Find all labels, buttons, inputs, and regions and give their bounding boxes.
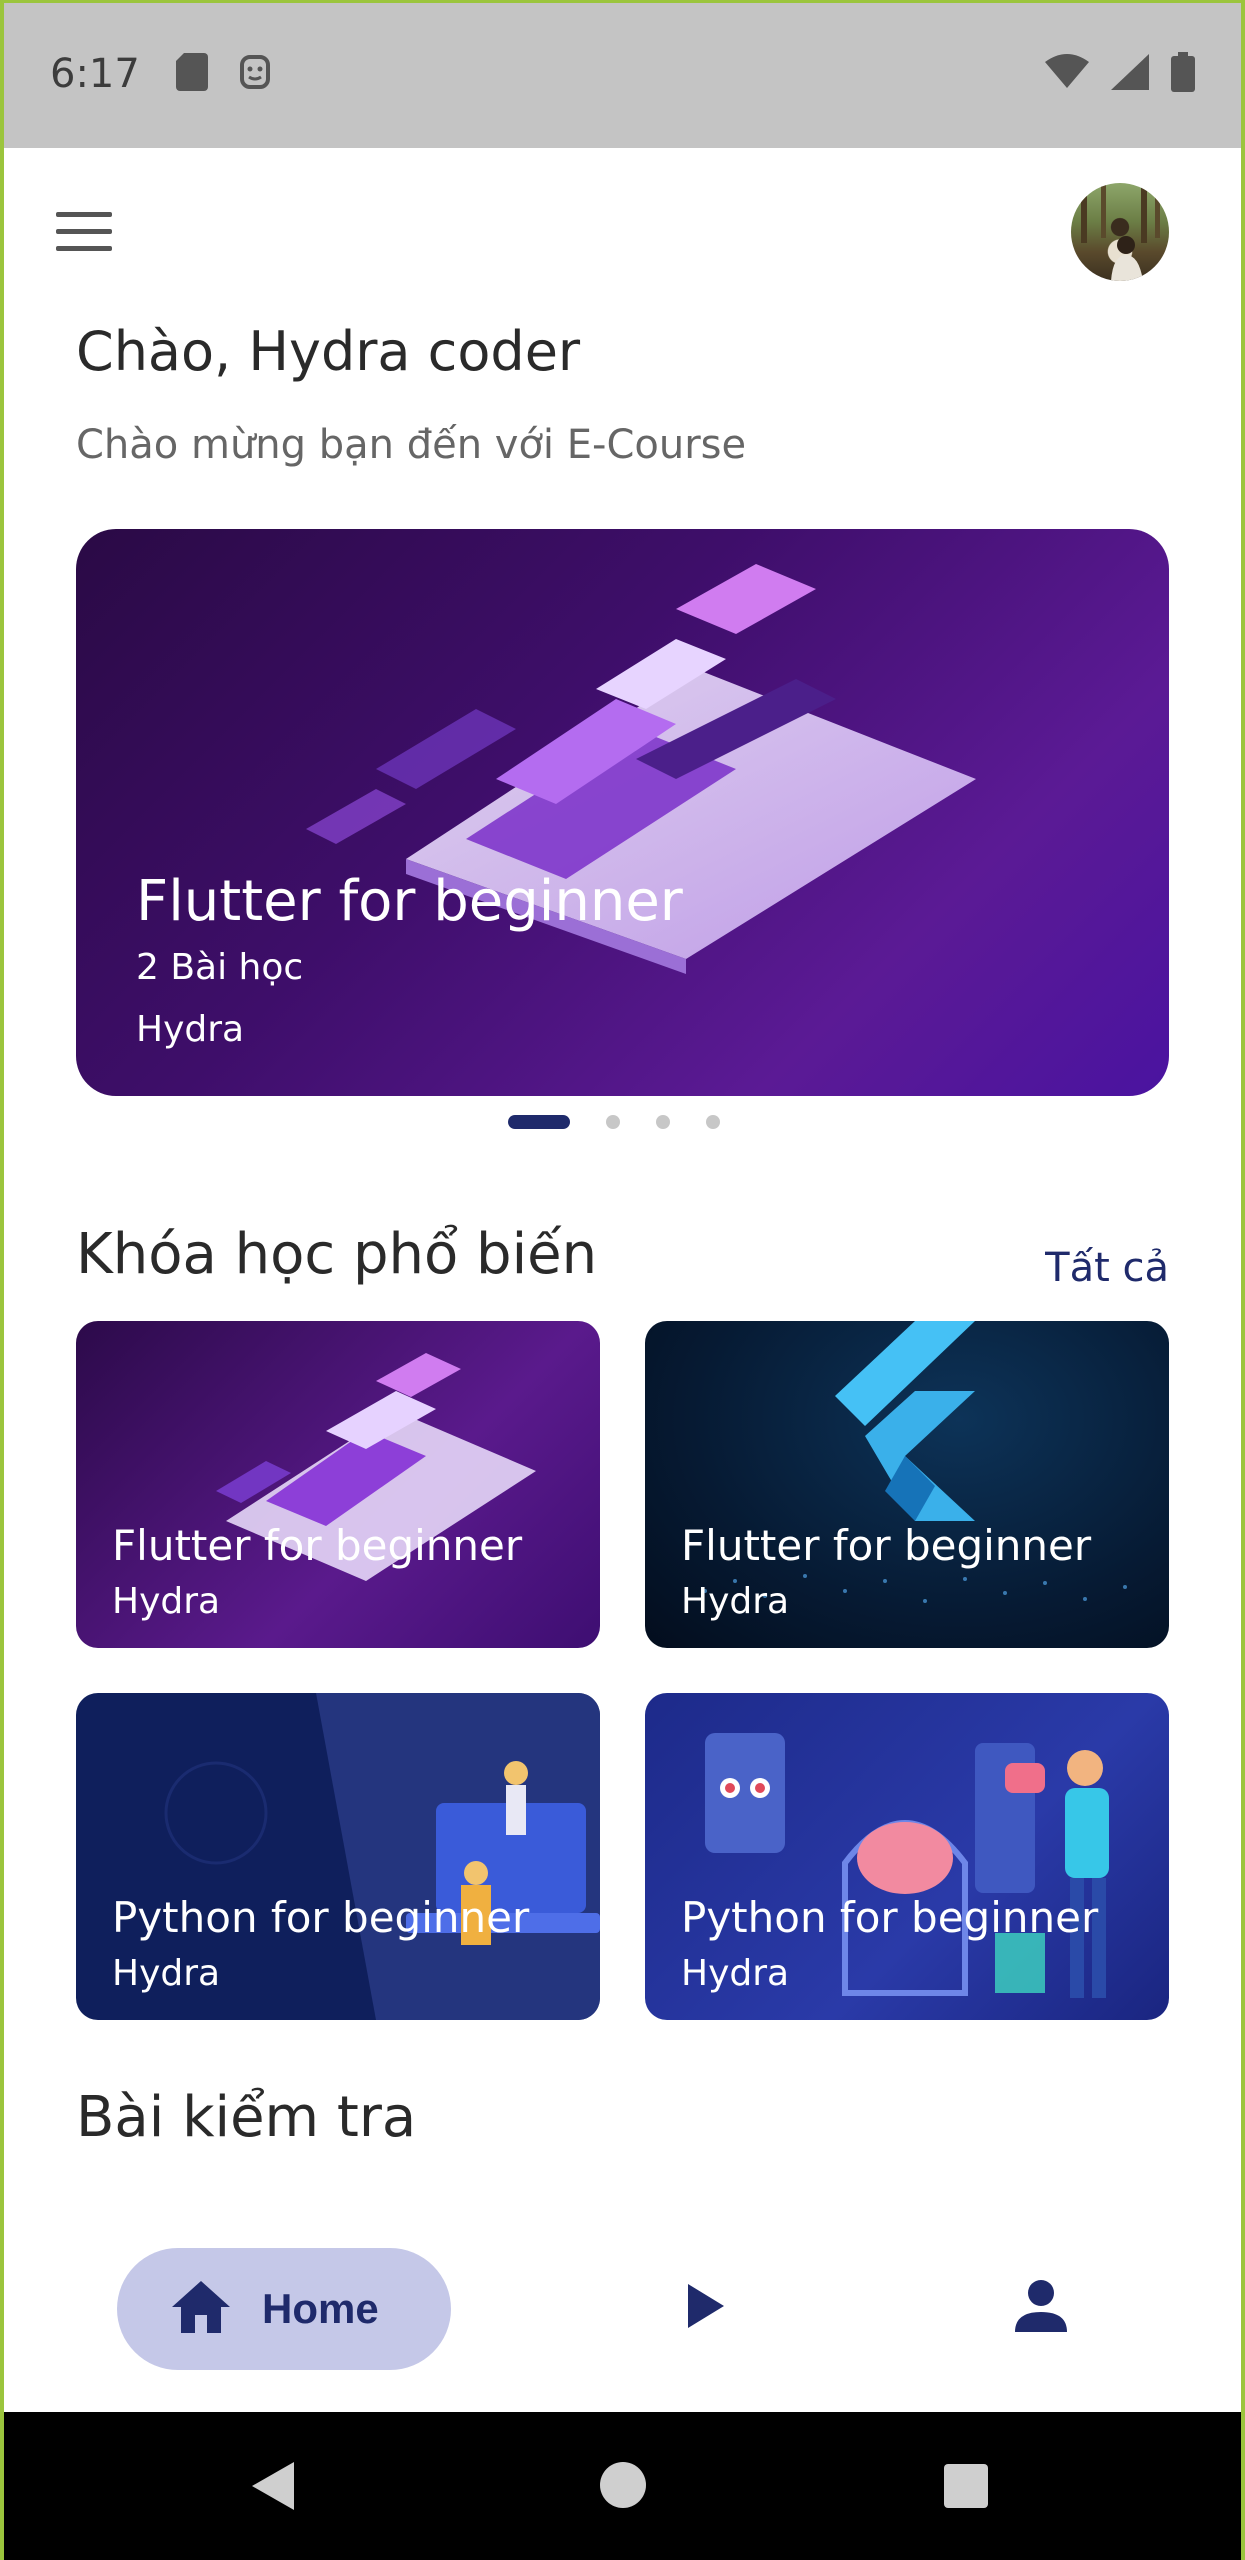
featured-course-banner[interactable]: Flutter for beginner 2 Bài học Hydra — [76, 529, 1169, 1096]
course-author: Hydra — [681, 1953, 790, 1994]
course-title: Python for beginner — [681, 1893, 1099, 1942]
status-bar: 6:17 — [0, 0, 1245, 148]
tests-section-title: Bài kiểm tra — [76, 2085, 417, 2150]
banner-author: Hydra — [136, 1009, 245, 1050]
course-card[interactable]: Flutter for beginner Hydra — [645, 1321, 1169, 1648]
signal-icon — [1111, 53, 1149, 95]
carousel-dot-active[interactable] — [507, 1115, 570, 1129]
course-card[interactable]: Flutter for beginner Hydra — [76, 1321, 600, 1648]
popular-courses-title: Khóa học phổ biến — [76, 1222, 598, 1287]
system-navigation-bar — [0, 2412, 1245, 2560]
user-avatar[interactable] — [1071, 183, 1169, 281]
course-author: Hydra — [112, 1953, 221, 1994]
back-icon[interactable] — [252, 2462, 294, 2515]
banner-course-title: Flutter for beginner — [136, 869, 683, 934]
course-title: Flutter for beginner — [112, 1521, 523, 1570]
person-icon[interactable] — [1015, 2280, 1067, 2337]
battery-icon — [1171, 51, 1195, 97]
banner-lesson-count: 2 Bài học — [136, 947, 304, 988]
greeting-title: Chào, Hydra coder — [76, 320, 581, 383]
play-icon[interactable] — [688, 2284, 724, 2333]
recents-icon[interactable] — [944, 2464, 988, 2513]
course-author: Hydra — [112, 1581, 221, 1622]
greeting-subtitle: Chào mừng bạn đến với E-Course — [76, 422, 747, 468]
status-time: 6:17 — [50, 51, 140, 97]
see-all-link[interactable]: Tất cả — [1045, 1245, 1169, 1291]
carousel-indicator — [0, 1115, 1245, 1129]
home-circle-icon[interactable] — [600, 2462, 646, 2513]
sd-card-icon — [175, 52, 208, 96]
wifi-icon — [1045, 53, 1089, 95]
bottom-navigation: Home — [0, 2204, 1245, 2410]
course-card[interactable]: Python for beginner Hydra — [76, 1693, 600, 2020]
carousel-dot[interactable] — [705, 1115, 720, 1129]
nav-home-button[interactable]: Home — [117, 2248, 451, 2370]
carousel-dot[interactable] — [655, 1115, 670, 1129]
course-card[interactable]: Python for beginner Hydra — [645, 1693, 1169, 2020]
course-title: Python for beginner — [112, 1893, 530, 1942]
course-author: Hydra — [681, 1581, 790, 1622]
carousel-dot[interactable] — [605, 1115, 620, 1129]
nav-home-label: Home — [262, 2285, 379, 2332]
face-icon — [238, 53, 272, 96]
menu-icon[interactable] — [56, 212, 112, 252]
course-title: Flutter for beginner — [681, 1521, 1092, 1570]
home-icon — [172, 2280, 230, 2338]
